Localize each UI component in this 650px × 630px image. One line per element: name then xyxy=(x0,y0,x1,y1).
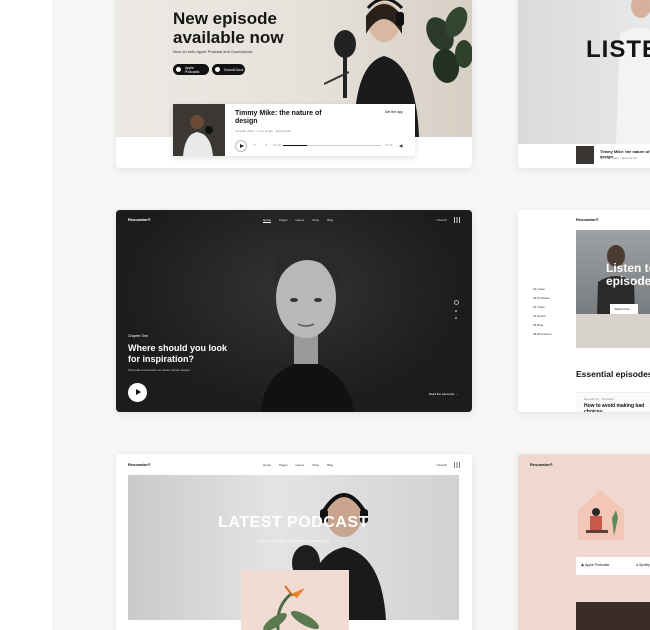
episode-player[interactable]: Timmy Mike: the nature of design June 06… xyxy=(173,104,415,156)
episode-title[interactable]: How to avoid making bad choices xyxy=(584,403,650,412)
host-photo xyxy=(576,245,650,348)
forward-icon[interactable]: ⟳ xyxy=(265,143,268,147)
time-current: 00:32 xyxy=(273,143,281,147)
read-transcript-link[interactable]: Read the transcript → xyxy=(429,392,458,396)
search-link[interactable]: ⌕ Search xyxy=(435,463,447,467)
portrait-photo xyxy=(261,238,354,412)
episode-thumbnail xyxy=(173,104,225,156)
latest-podcast-headline: LATEST PODCAST xyxy=(218,514,369,531)
rewind-icon[interactable]: ⟲ xyxy=(253,143,256,147)
platforms-card[interactable]: Resonator® ◉ Apple Podcasts ● Spotify xyxy=(518,454,650,630)
hero-text: Listen to episode xyxy=(606,261,650,288)
get-app-link[interactable]: Get the app xyxy=(385,110,403,114)
progress-track[interactable] xyxy=(283,145,381,146)
slider-dots[interactable] xyxy=(454,300,459,324)
soundcloud-badge[interactable]: SoundCloud xyxy=(212,64,245,75)
home-illustration xyxy=(578,490,624,540)
apple-podcasts-link[interactable]: ◉ Apple Podcasts xyxy=(581,563,609,567)
side-menu: 01 Listen 02 Podcasts 03 Video 04 Sports… xyxy=(533,285,552,339)
nav-shop[interactable]: Shop xyxy=(312,218,319,222)
episode-meta: June 06, 2021 · 2 min length · Episode 0… xyxy=(235,129,291,133)
read-more-button[interactable]: Read more → xyxy=(610,304,638,314)
episode-meta: Episode 01 · Podcasts xyxy=(584,397,615,401)
mini-thumbnail xyxy=(576,146,594,164)
brand-logo[interactable]: Resonator® xyxy=(576,217,599,222)
play-button[interactable] xyxy=(128,383,147,402)
listen-headline: LISTEN xyxy=(586,36,650,63)
brand-logo[interactable]: Resonator® xyxy=(128,462,151,467)
brand-logo[interactable]: Resonator® xyxy=(128,217,151,222)
nav-issues[interactable]: Issues xyxy=(296,218,305,222)
nav-issues[interactable]: Issues xyxy=(296,463,305,467)
nav-blog[interactable]: Blog xyxy=(327,463,333,467)
side-item-video[interactable]: 03 Video xyxy=(533,303,552,312)
progress-fill xyxy=(283,145,307,146)
person-photo xyxy=(616,0,650,144)
main-nav: Home Pages Issues Shop Blog xyxy=(263,218,333,222)
play-button[interactable] xyxy=(235,140,247,152)
hero-subtitle: Now on both Apple Podcast and Soundcloud… xyxy=(173,49,254,54)
grid-menu-icon[interactable] xyxy=(454,462,460,468)
nav-blog[interactable]: Blog xyxy=(327,218,333,222)
inspiration-text: Personal conversation at where minute un… xyxy=(128,368,191,372)
mini-meta: June 06, 2021 · Episode 02 xyxy=(600,156,637,160)
latest-podcast-subline: Now on both Apple Podcasts and SoundClou… xyxy=(257,539,330,543)
latest-podcast-card[interactable]: Resonator® Home Pages Issues Shop Blog ⌕… xyxy=(116,454,472,630)
nav-pages[interactable]: Pages xyxy=(279,218,288,222)
side-item-podcasts[interactable]: 02 Podcasts xyxy=(533,294,552,303)
search-link[interactable]: ⌕ Search xyxy=(435,218,447,222)
episode-title[interactable]: Timmy Mike: the nature of design xyxy=(235,110,325,126)
side-item-discussion[interactable]: 06 Discussion xyxy=(533,330,552,339)
main-nav: Home Pages Issues Shop Blog xyxy=(263,463,333,467)
guest-photo xyxy=(576,602,650,630)
chapter-label: Chapter One xyxy=(128,334,149,338)
side-item-listen[interactable]: 01 Listen xyxy=(533,285,552,294)
inspiration-card[interactable]: Resonator® Home Pages Issues Shop Blog ⌕… xyxy=(116,210,472,412)
listen-card[interactable]: LISTEN Timmy Mike: the nature of design … xyxy=(518,0,650,168)
brand-logo[interactable]: Resonator® xyxy=(530,462,553,467)
essential-episodes-card[interactable]: Resonator® 01 Listen 02 Podcasts 03 Vide… xyxy=(518,210,650,412)
nav-shop[interactable]: Shop xyxy=(312,463,319,467)
soundcloud-icon xyxy=(215,67,220,72)
grid-menu-icon[interactable] xyxy=(454,217,460,223)
time-total: 15:26 xyxy=(385,143,393,147)
bird-of-paradise-illustration xyxy=(263,585,320,630)
spotify-link[interactable]: ● Spotify xyxy=(636,563,650,567)
inspiration-headline: Where should you look for inspiration? xyxy=(128,343,228,364)
volume-icon[interactable]: ◀) xyxy=(399,143,403,148)
new-episode-card[interactable]: New episode available now Now on both Ap… xyxy=(116,0,472,168)
nav-home[interactable]: Home xyxy=(263,463,271,467)
side-item-sports[interactable]: 04 Sports xyxy=(533,312,552,321)
section-title: Essential episodes xyxy=(576,369,650,379)
nav-pages[interactable]: Pages xyxy=(279,463,288,467)
side-item-blog[interactable]: 05 Blog xyxy=(533,321,552,330)
nav-home[interactable]: Home xyxy=(263,218,271,222)
apple-icon xyxy=(176,67,181,72)
hero-title: New episode available now xyxy=(173,9,284,47)
apple-podcasts-badge[interactable]: Apple Podcasts xyxy=(173,64,209,75)
plant-illustration xyxy=(426,6,472,83)
